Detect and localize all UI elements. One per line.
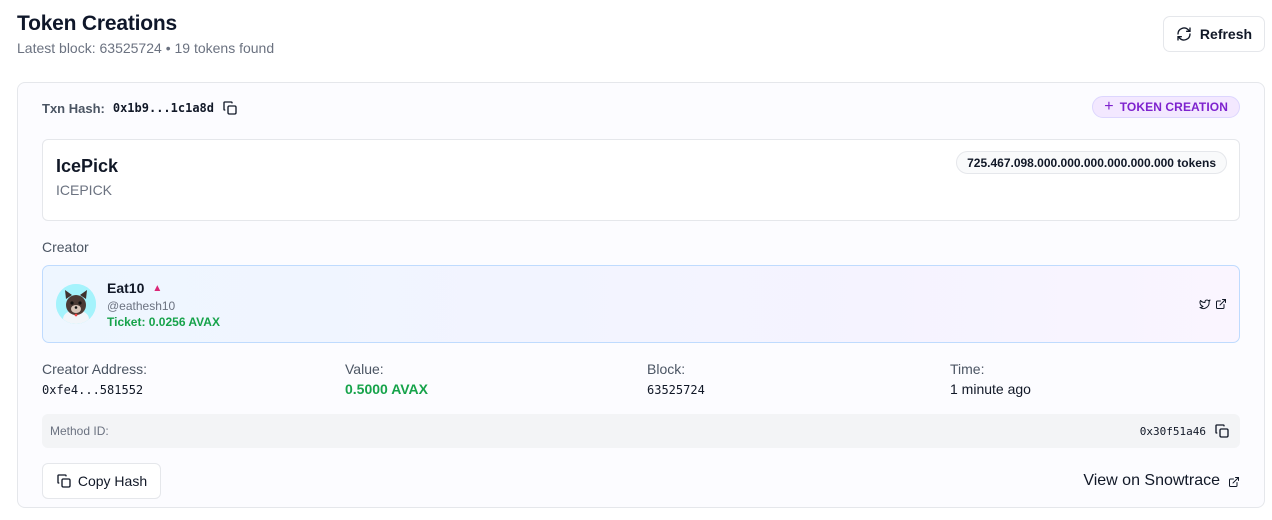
value-label: Value: [345, 361, 384, 377]
creator-handle: @eathesh10 [107, 299, 176, 313]
method-id-row: Method ID: 0x30f51a46 [42, 414, 1240, 448]
copy-hash-label: Copy Hash [77, 473, 148, 489]
txn-hash-label: Txn Hash: [42, 100, 105, 116]
view-on-snowtrace-link[interactable]: View on Snowtrace [1083, 472, 1240, 490]
creator-name-row: Eat10 ▲ [107, 280, 162, 296]
refresh-icon [1177, 27, 1191, 41]
token-creation-card: Txn Hash: 0x1b9...1c1a8d + TOKEN CREATIO… [17, 82, 1265, 508]
value-amount: 0.5000 AVAX [345, 381, 429, 397]
avatar [56, 284, 96, 324]
token-symbol: ICEPICK [56, 182, 113, 198]
method-id-label: Method ID: [50, 424, 109, 438]
subtitle-separator: • [165, 40, 171, 56]
block-label: Block: [647, 361, 686, 377]
latest-block-value: 63525724 [99, 40, 162, 56]
creator-ticket-price: Ticket: 0.0256 AVAX [107, 315, 220, 329]
creator-card[interactable]: Eat10 ▲ @eathesh10 Ticket: 0.0256 AVAX [42, 265, 1240, 343]
creator-address-label: Creator Address: [42, 361, 148, 377]
time-label: Time: [950, 361, 985, 377]
token-creation-badge: + TOKEN CREATION [1092, 96, 1240, 118]
refresh-button[interactable]: Refresh [1163, 16, 1265, 52]
transaction-stats: Creator Address: 0xfe4...581552 Value: 0… [42, 361, 1240, 401]
copy-icon[interactable] [1214, 423, 1230, 439]
txn-hash-value: 0x1b9...1c1a8d [112, 101, 214, 115]
view-on-snowtrace-label: View on Snowtrace [1083, 472, 1220, 489]
stat-block: Block: 63525724 [647, 361, 705, 397]
copy-hash-button[interactable]: Copy Hash [42, 463, 161, 499]
token-supply-badge: 725.467.098.000.000.000.000.000.000 toke… [956, 151, 1227, 174]
latest-block-label: Latest block: [17, 40, 96, 56]
token-info-box: IcePick ICEPICK 725.467.098.000.000.000.… [42, 139, 1240, 221]
stat-creator-address: Creator Address: 0xfe4...581552 [42, 361, 147, 397]
twitter-icon[interactable] [1199, 297, 1211, 309]
creator-social-links [1199, 297, 1227, 309]
external-link-icon[interactable] [1215, 297, 1227, 309]
block-number: 63525724 [647, 383, 705, 397]
copy-icon [56, 473, 72, 489]
stat-time: Time: 1 minute ago [950, 361, 1031, 397]
copy-icon[interactable] [222, 100, 238, 116]
plus-icon: + [1104, 98, 1114, 115]
trend-up-icon: ▲ [152, 282, 163, 294]
token-name: IcePick [56, 156, 119, 176]
time-value: 1 minute ago [950, 381, 1031, 397]
external-link-icon [1228, 475, 1240, 487]
token-creation-badge-label: TOKEN CREATION [1119, 100, 1228, 114]
page-title: Token Creations [17, 12, 177, 35]
creator-address-value: 0xfe4...581552 [42, 383, 144, 397]
tokens-found-count: 19 tokens found [174, 40, 275, 56]
creator-section-label: Creator [42, 239, 89, 255]
creator-name: Eat10 [107, 280, 145, 296]
refresh-button-label: Refresh [1199, 26, 1253, 42]
method-id-value-group: 0x30f51a46 [1140, 423, 1230, 439]
txn-hash-row: Txn Hash: 0x1b9...1c1a8d [42, 97, 238, 119]
page-header: Token Creations Latest block: 63525724 •… [17, 12, 1265, 60]
stat-value: Value: 0.5000 AVAX [345, 361, 428, 397]
page-subtitle: Latest block: 63525724 • 19 tokens found [17, 40, 274, 56]
method-id-value: 0x30f51a46 [1139, 424, 1206, 438]
